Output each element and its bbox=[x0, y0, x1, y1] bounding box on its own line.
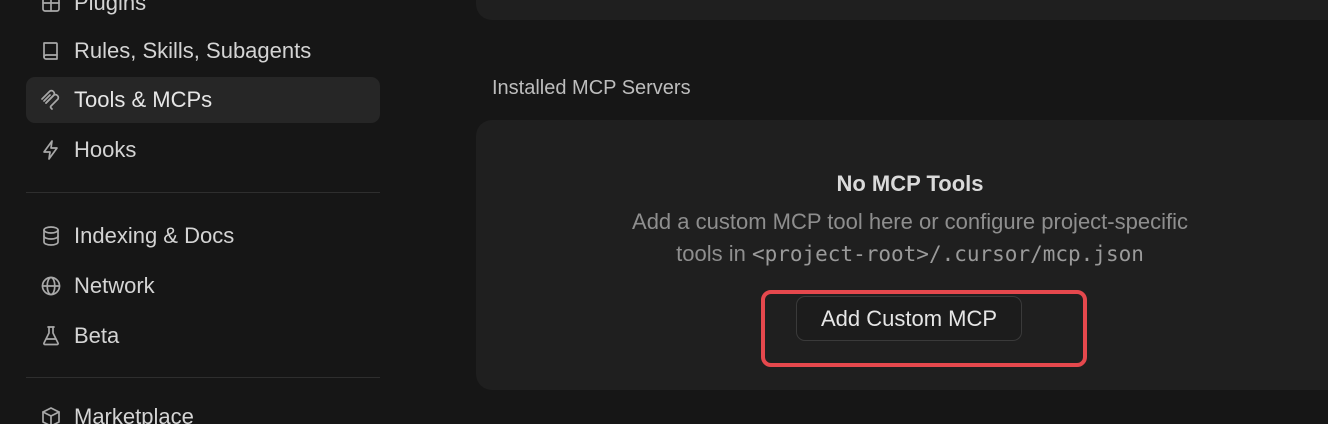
sidebar-item-beta[interactable]: Beta bbox=[26, 313, 380, 359]
sidebar-item-label: Network bbox=[74, 273, 155, 298]
empty-state-title: No MCP Tools bbox=[836, 171, 984, 196]
add-custom-mcp-button[interactable]: Add Custom MCP bbox=[796, 296, 1022, 341]
sidebar-item-hooks[interactable]: Hooks bbox=[26, 127, 380, 173]
empty-state-line-2: tools in <project-root>/.cursor/mcp.json bbox=[476, 238, 1328, 270]
sidebar-item-tools-mcps[interactable]: Tools & MCPs bbox=[26, 77, 380, 123]
empty-state-line-1: Add a custom MCP tool here or configure … bbox=[632, 209, 1188, 234]
sidebar-item-label: Tools & MCPs bbox=[74, 87, 213, 112]
globe-icon bbox=[38, 273, 64, 299]
sidebar-divider bbox=[26, 377, 380, 378]
sidebar-item-label: Beta bbox=[74, 323, 120, 348]
book-icon bbox=[38, 38, 64, 64]
empty-state-description: Add a custom MCP tool here or configure … bbox=[476, 206, 1328, 270]
settings-window: Plugins Rules, Skills, Subagents Tools &… bbox=[0, 0, 1328, 424]
package-icon bbox=[38, 404, 64, 424]
sidebar-item-label: Hooks bbox=[74, 137, 137, 162]
sidebar-item-rules-skills-subagents[interactable]: Rules, Skills, Subagents bbox=[26, 28, 380, 74]
settings-sidebar: Plugins Rules, Skills, Subagents Tools &… bbox=[0, 0, 400, 424]
empty-state-line-2-prefix: tools in bbox=[676, 241, 752, 266]
sidebar-item-label: Plugins bbox=[74, 0, 147, 15]
installed-mcp-servers-heading: Installed MCP Servers bbox=[492, 77, 691, 99]
mcp-icon bbox=[38, 87, 64, 113]
puzzle-icon bbox=[38, 0, 64, 16]
lightning-icon bbox=[38, 137, 64, 163]
previous-settings-card bbox=[476, 0, 1328, 20]
flask-icon bbox=[38, 323, 64, 349]
mcp-config-path: <project-root>/.cursor/mcp.json bbox=[751, 242, 1144, 266]
sidebar-item-plugins[interactable]: Plugins bbox=[26, 0, 380, 26]
sidebar-item-label: Indexing & Docs bbox=[74, 223, 235, 248]
sidebar-item-indexing-docs[interactable]: Indexing & Docs bbox=[26, 213, 380, 259]
database-icon bbox=[38, 223, 64, 249]
sidebar-item-label: Rules, Skills, Subagents bbox=[74, 38, 312, 63]
sidebar-item-marketplace[interactable]: Marketplace bbox=[26, 394, 380, 424]
sidebar-item-network[interactable]: Network bbox=[26, 263, 380, 309]
sidebar-item-label: Marketplace bbox=[74, 404, 194, 424]
sidebar-divider bbox=[26, 192, 380, 193]
